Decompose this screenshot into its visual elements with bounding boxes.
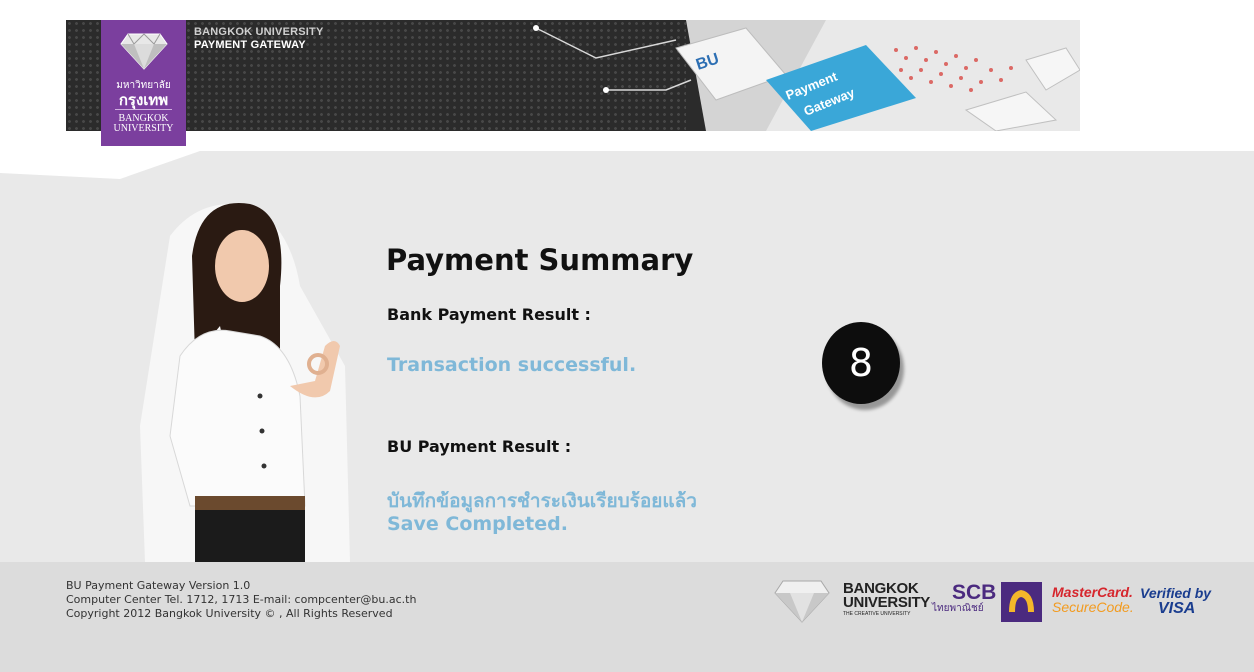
bu-result-english: Save Completed. — [387, 513, 568, 535]
header-banner: BU Payment Gateway BANGKOK UNIVERSITY PA… — [66, 20, 1080, 131]
footer-version: BU Payment Gateway Version 1.0 — [66, 579, 251, 592]
banner-notch — [0, 151, 200, 179]
diamond-icon — [120, 33, 168, 70]
step-number-badge: 8 — [822, 322, 900, 404]
bank-result-value: Transaction successful. — [387, 354, 637, 376]
bank-result-label: Bank Payment Result : — [387, 305, 591, 324]
banner-title-line1: BANGKOK UNIVERSITY — [194, 26, 324, 38]
visa-line1: Verified by — [1140, 585, 1212, 601]
bu-result-label: BU Payment Result : — [387, 437, 572, 456]
bu-result-thai: บันทึกข้อมูลการชำระเงินเรียบร้อยแล้ว — [387, 490, 697, 512]
footer-contact: Computer Center Tel. 1712, 1713 E-mail: … — [66, 593, 417, 606]
footer-info: BU Payment Gateway Version 1.0 Computer … — [66, 579, 416, 621]
scb-logo: SCB ไทยพาณิชย์ — [932, 581, 997, 615]
scb-emblem-icon — [1009, 590, 1034, 612]
scb-thai-name: ไทยพาณิชย์ — [932, 603, 984, 614]
bu-partner-logo: BANGKOK UNIVERSITY THE CREATIVE UNIVERSI… — [843, 581, 931, 618]
visa-line2: VISA — [1158, 600, 1196, 617]
logo-en-line2: UNIVERSITY — [113, 123, 174, 134]
page-title: Payment Summary — [386, 243, 694, 277]
logo-english-name: BANGKOK UNIVERSITY — [101, 114, 186, 134]
scb-name: SCB — [952, 581, 997, 604]
scb-emblem — [1001, 582, 1042, 622]
footer-copyright: Copyright 2012 Bangkok University © , Al… — [66, 607, 393, 620]
verified-by-visa-logo: Verified by VISA — [1140, 585, 1212, 617]
student-photo — [140, 203, 350, 562]
logo-divider — [115, 109, 172, 110]
university-logo: มหาวิทยาลัย กรุงเทพ BANGKOK UNIVERSITY — [101, 20, 186, 146]
bu-partner-line2: UNIVERSITY — [843, 594, 931, 611]
mastercard-line1: MasterCard. — [1052, 584, 1133, 600]
mastercard-line2: SecureCode. — [1052, 599, 1134, 615]
banner-title-line2: PAYMENT GATEWAY — [194, 39, 306, 51]
bu-diamond-icon — [774, 580, 830, 623]
bu-partner-tagline: THE CREATIVE UNIVERSITY — [843, 611, 911, 617]
banner-title: BANGKOK UNIVERSITY PAYMENT GATEWAY — [194, 26, 324, 52]
mastercard-securecode-logo: MasterCard. SecureCode. — [1052, 585, 1134, 615]
